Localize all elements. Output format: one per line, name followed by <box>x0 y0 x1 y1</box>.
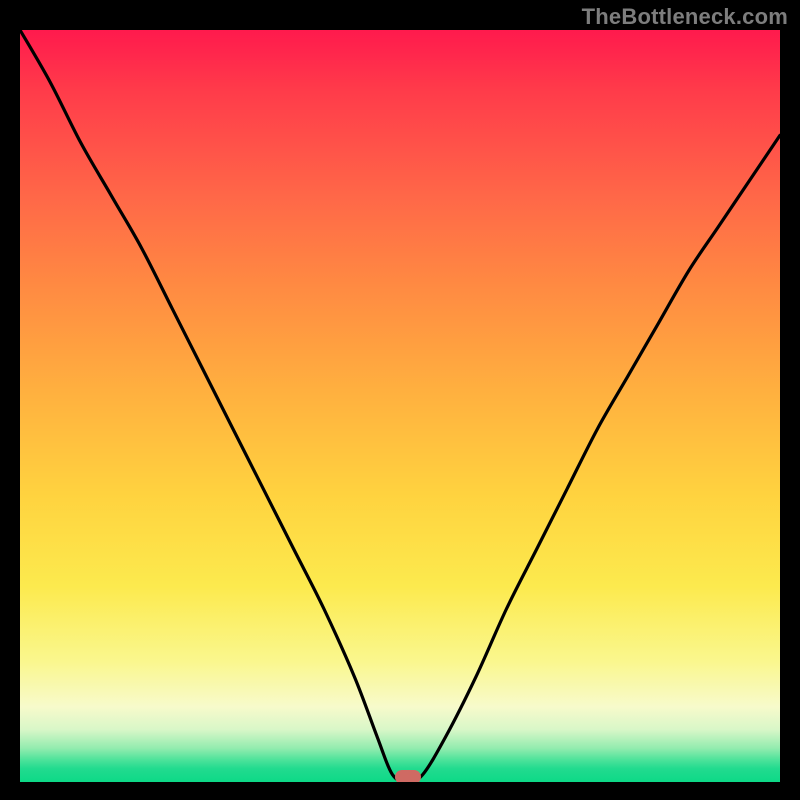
watermark-text: TheBottleneck.com <box>582 4 788 30</box>
curve-path <box>20 30 780 782</box>
optimum-marker <box>395 770 421 782</box>
chart-frame: TheBottleneck.com <box>0 0 800 800</box>
plot-area <box>20 30 780 782</box>
bottleneck-curve <box>20 30 780 782</box>
